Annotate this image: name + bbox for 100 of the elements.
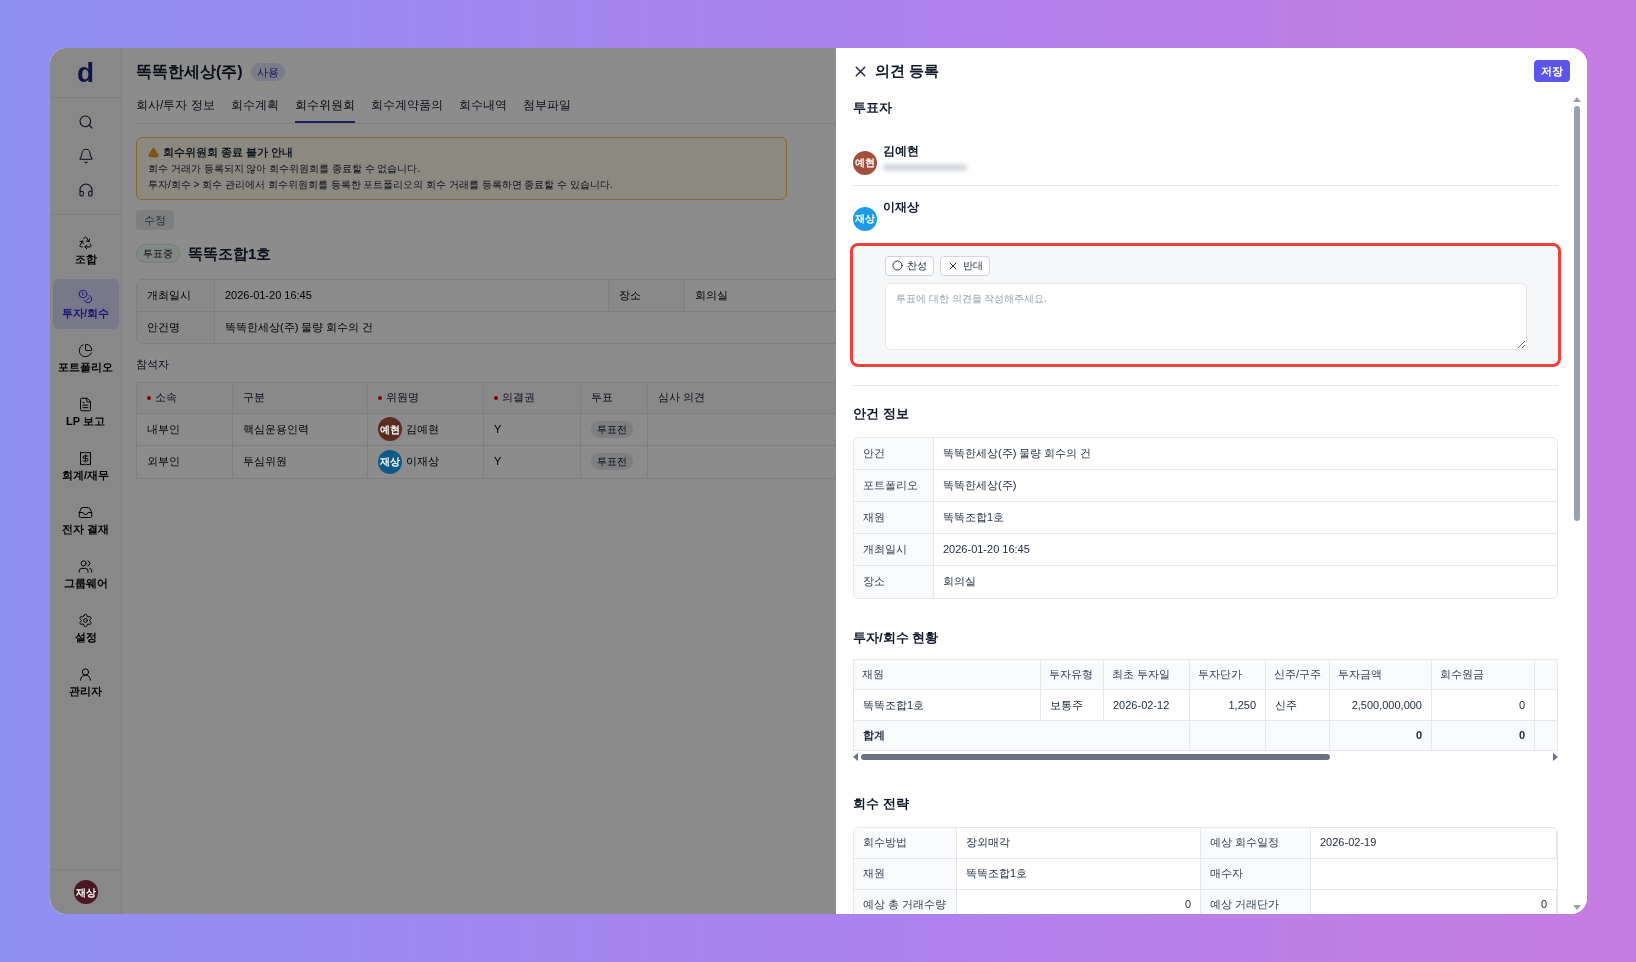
table-cell: 0 (1311, 889, 1557, 914)
table-cell-text: 회의실 (942, 574, 977, 590)
tab[interactable]: 회수위원회 (294, 94, 355, 123)
table-cell-text: 2026-01-20 16:45 (224, 288, 313, 304)
avatar: 재상 (73, 880, 98, 904)
notice-text: 투자/회수 > 회수 관리에서 회수위원회를 등록한 포트폴리오의 회수 거래를 등록하면 종료할 수 있습니다. (148, 177, 614, 192)
headset-icon (77, 182, 94, 198)
column-header: 소속 (137, 382, 233, 413)
logo: d (76, 58, 95, 87)
notice-title: 회수위원회 종료 불가 안내 (163, 145, 294, 160)
vote-option-button[interactable]: 찬성 (885, 255, 934, 276)
settings-icon (78, 613, 93, 628)
table-label: 장소 (608, 280, 685, 311)
table-cell: 2026-02-19 (1311, 827, 1557, 858)
tab[interactable]: 첨부파일 (522, 94, 571, 123)
sidebar-item[interactable]: 그룹웨어 (52, 549, 119, 599)
table-cell-text: 똑똑한세상(주) (942, 477, 1018, 493)
status-badge: 투표중 (136, 244, 180, 264)
vote-status-badge: 투표전 (591, 420, 633, 438)
tab[interactable]: 회수계약품의 (370, 94, 443, 123)
table-label: 개최일시 (137, 280, 215, 311)
pie-chart-icon (78, 343, 93, 358)
horizontal-scrollbar[interactable] (853, 751, 1558, 763)
section-label: 참석자 (136, 357, 169, 372)
save-button[interactable]: 저장 (1534, 59, 1570, 83)
table-cell: 똑똑조합1호 (854, 690, 1041, 720)
recycle-icon (78, 235, 93, 250)
voter-name: 김예현 (883, 142, 920, 160)
table-cell: 내부인 (137, 413, 233, 445)
table-label: 안건 (854, 437, 934, 469)
page-title: 똑똑한세상(주) (136, 62, 243, 82)
column-header: 투자금액 (1330, 660, 1432, 689)
column-header: 위원명 (368, 382, 484, 413)
table-label: 재원 (854, 501, 934, 533)
sidebar-item[interactable]: LP 보고 (52, 387, 119, 437)
coins-icon (78, 289, 93, 304)
avatar: 예현 (853, 150, 877, 175)
circle-icon (892, 260, 903, 271)
sidebar-item[interactable]: 포트폴리오 (52, 333, 119, 383)
panel-title: 의견 등록 (875, 60, 940, 81)
avatar: 예현 (378, 417, 402, 441)
table-cell: 0 (1432, 721, 1535, 750)
inbox-icon (78, 505, 93, 520)
sidebar-item[interactable]: 관리자 (52, 657, 119, 707)
table-label: 안건명 (137, 312, 215, 343)
section-heading: 투표자 (853, 99, 892, 117)
column-header: 신주/구주 (1266, 660, 1330, 689)
sidebar-item[interactable]: 회계/재무 (52, 441, 119, 491)
vote-option-button[interactable]: 반대 (940, 255, 990, 276)
avatar: 재상 (853, 206, 877, 231)
table-cell: 0 (1330, 721, 1432, 750)
table-cell: 보통주 (1041, 690, 1104, 720)
table-cell-text: 2026-01-20 16:45 (942, 541, 1031, 557)
user-icon (78, 667, 93, 682)
table-cell: 신주 (1266, 690, 1330, 720)
table-label: 개최일시 (854, 533, 934, 565)
table-cell: 투심위원 (233, 445, 368, 478)
column-header: 투자유형 (1041, 660, 1104, 689)
column-header: 구분 (233, 382, 368, 413)
table-label: 매수자 (1201, 858, 1311, 889)
table-cell: 핵심운용인력 (233, 413, 368, 445)
table-label: 회수방법 (854, 827, 957, 858)
fund-name: 똑똑조합1호 (188, 243, 272, 264)
table-label: 예상 거래단가 (1201, 889, 1311, 914)
column-header: 투자단가 (1190, 660, 1266, 689)
table-label: 장소 (854, 565, 934, 598)
sidebar-item[interactable]: 조합 (52, 225, 119, 275)
tab[interactable]: 회수계획 (230, 94, 279, 123)
column-header: 최초 투자일 (1104, 660, 1190, 689)
sidebar-item[interactable]: 설정 (52, 603, 119, 653)
vote-status-badge: 투표전 (591, 453, 633, 470)
table-cell: 2,500,000,000 (1330, 690, 1432, 720)
table-cell-text: 똑똑한세상(주) 물량 회수의 건 (224, 320, 375, 336)
voter-name: 이재상 (883, 198, 919, 216)
receipt-icon (78, 451, 93, 466)
bell-icon (77, 148, 94, 164)
table-cell: 외부인 (137, 445, 233, 478)
tab[interactable]: 회사/투자 정보 (136, 94, 215, 123)
table-label: 재원 (854, 858, 957, 889)
avatar: 재상 (378, 449, 402, 474)
table-cell: Y (484, 413, 581, 445)
section-heading: 회수 전략 (853, 795, 909, 813)
sidebar-item[interactable]: 투자/회수 (52, 279, 119, 329)
column-header: 의결권 (484, 382, 581, 413)
tab[interactable]: 회수내역 (458, 94, 507, 123)
sidebar-item[interactable]: 전자 결재 (52, 495, 119, 545)
warning-icon (148, 146, 159, 158)
column-header: 재원 (854, 660, 1041, 689)
table-cell: 합계 (854, 721, 1190, 750)
table-label: 예상 총 거래수량 (854, 889, 957, 914)
search-icon (77, 114, 94, 130)
document-icon (78, 397, 93, 412)
member-name: 이재상 (406, 454, 439, 470)
table-cell: 1,250 (1190, 690, 1266, 720)
column-header: 투표 (581, 382, 648, 413)
opinion-field[interactable]: 투표에 대한 의견을 작성해주세요. (885, 282, 1527, 350)
table-label: 포트폴리오 (854, 469, 934, 501)
status-badge: 사용 (250, 62, 285, 82)
table-cell-text: 회의실 (694, 288, 729, 304)
table-label: 예상 회수일정 (1201, 827, 1311, 858)
